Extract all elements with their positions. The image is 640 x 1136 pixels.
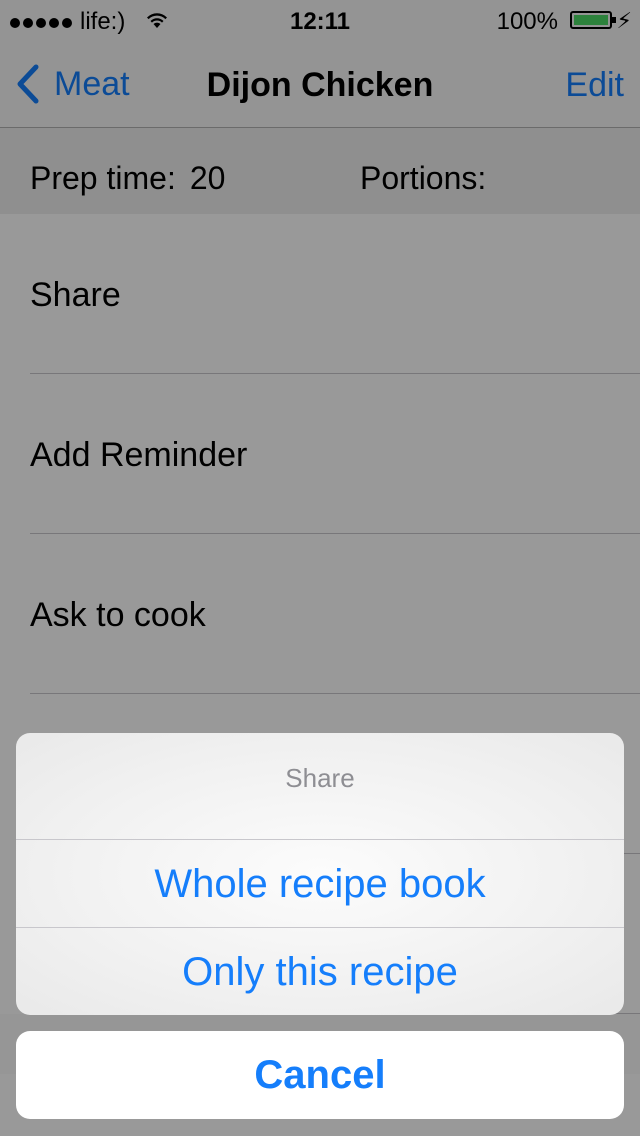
action-sheet-title: Share (285, 763, 355, 793)
cancel-button[interactable]: Cancel (16, 1031, 624, 1119)
divider (16, 839, 624, 840)
divider (16, 927, 624, 928)
only-this-recipe-button[interactable]: Only this recipe (16, 929, 624, 1015)
share-action-sheet: Share Whole recipe book Only this recipe (16, 733, 624, 1015)
whole-recipe-book-button[interactable]: Whole recipe book (16, 841, 624, 928)
